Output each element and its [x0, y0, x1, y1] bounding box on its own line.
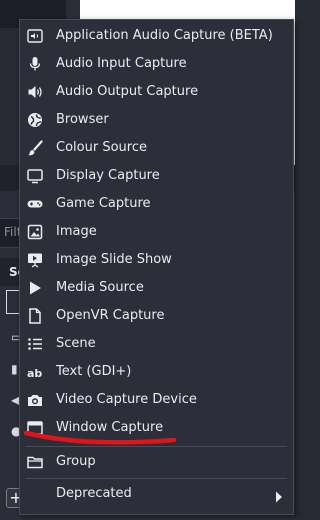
menu-item-label: OpenVR Capture — [56, 308, 165, 323]
menu-item-label: Game Capture — [56, 196, 151, 211]
menu-item-label: Audio Input Capture — [56, 56, 187, 71]
menu-separator — [26, 478, 287, 479]
menu-item-label: Image — [56, 224, 97, 239]
menu-item-game-capture[interactable]: Game Capture — [20, 190, 293, 218]
speaker-icon — [26, 83, 44, 101]
menu-item-label: Window Capture — [56, 420, 164, 435]
menu-item-browser[interactable]: Browser — [20, 106, 293, 134]
menu-item-label: Group — [56, 454, 96, 469]
add-source-menu: Application Audio Capture (BETA) Audio I… — [19, 19, 294, 515]
microphone-icon: ▮ — [11, 362, 18, 376]
menu-item-image[interactable]: Image — [20, 218, 293, 246]
menu-item-audio-input-capture[interactable]: Audio Input Capture — [20, 50, 293, 78]
file-icon — [26, 307, 44, 325]
menu-item-label: Audio Output Capture — [56, 84, 199, 99]
menu-item-label: Colour Source — [56, 140, 147, 155]
menu-item-label: Media Source — [56, 280, 144, 295]
text-icon: ab — [26, 363, 44, 381]
menu-item-group[interactable]: Group — [20, 448, 293, 476]
menu-item-colour-source[interactable]: Colour Source — [20, 134, 293, 162]
globe-icon — [26, 111, 44, 129]
menu-item-label: Text (GDI+) — [56, 364, 132, 379]
menu-item-label: Deprecated — [56, 486, 132, 501]
folder-icon — [26, 453, 44, 471]
menu-item-application-audio-capture[interactable]: Application Audio Capture (BETA) — [20, 22, 293, 50]
menu-item-display-capture[interactable]: Display Capture — [20, 162, 293, 190]
menu-item-deprecated[interactable]: Deprecated — [20, 480, 293, 508]
menu-item-audio-output-capture[interactable]: Audio Output Capture — [20, 78, 293, 106]
gamepad-icon — [26, 195, 44, 213]
menu-item-window-capture[interactable]: Window Capture — [20, 414, 293, 442]
menu-item-text-gdi[interactable]: ab Text (GDI+) — [20, 358, 293, 386]
monitor-icon — [26, 167, 44, 185]
menu-separator — [26, 446, 287, 447]
menu-item-label: Video Capture Device — [56, 392, 197, 407]
play-icon — [26, 279, 44, 297]
camera-icon — [26, 391, 44, 409]
menu-item-label: Image Slide Show — [56, 252, 172, 267]
menu-item-video-capture-device[interactable]: Video Capture Device — [20, 386, 293, 414]
menu-item-label: Scene — [56, 336, 96, 351]
menu-item-label: Display Capture — [56, 168, 160, 183]
slideshow-icon — [26, 251, 44, 269]
svg-text:ab: ab — [27, 367, 42, 380]
menu-item-label: Application Audio Capture (BETA) — [56, 28, 273, 43]
menu-item-image-slide-show[interactable]: Image Slide Show — [20, 246, 293, 274]
paintbrush-icon — [26, 139, 44, 157]
menu-item-openvr-capture[interactable]: OpenVR Capture — [20, 302, 293, 330]
list-icon — [26, 335, 44, 353]
image-icon — [26, 223, 44, 241]
window-icon — [26, 419, 44, 437]
app-audio-icon — [26, 27, 44, 45]
chevron-right-icon — [275, 488, 283, 507]
microphone-icon — [26, 55, 44, 73]
menu-item-label: Browser — [56, 112, 109, 127]
menu-item-scene[interactable]: Scene — [20, 330, 293, 358]
menu-item-media-source[interactable]: Media Source — [20, 274, 293, 302]
